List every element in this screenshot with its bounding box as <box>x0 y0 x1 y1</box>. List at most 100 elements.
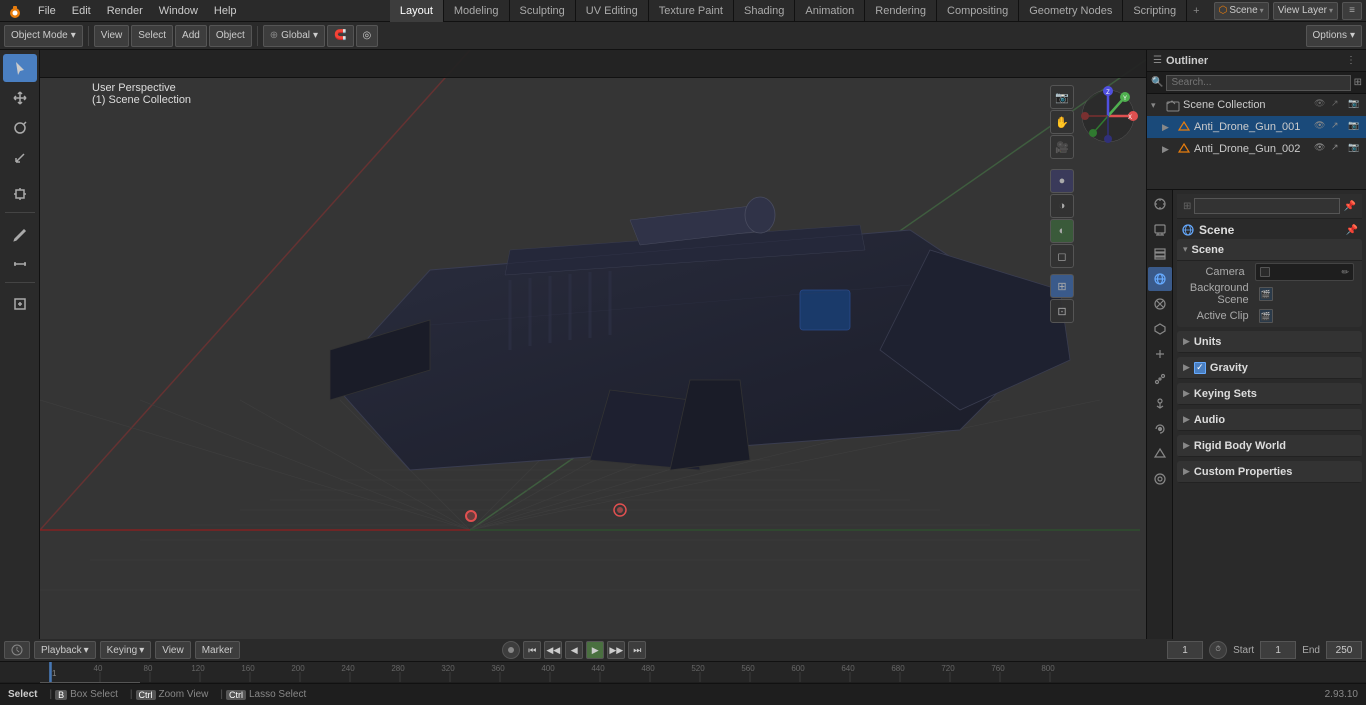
camera-value[interactable]: ✏ <box>1255 263 1354 281</box>
filter-toggle-icon[interactable]: ⊞ <box>1354 77 1362 88</box>
tab-shading[interactable]: Shading <box>734 0 795 22</box>
object-mode-selector[interactable]: Object Mode ▾ <box>4 25 83 47</box>
collection-restrict-select-icon[interactable]: ↗ <box>1331 98 1345 112</box>
menu-window[interactable]: Window <box>151 0 206 22</box>
item1-viewport-icon[interactable]: 👁 <box>1314 142 1328 156</box>
add-workspace-button[interactable]: + <box>1187 5 1205 17</box>
render-mode-btn[interactable]: ● <box>1050 169 1074 193</box>
cursor-tool[interactable] <box>3 54 37 82</box>
outliner-item-1[interactable]: ▶ Anti_Drone_Gun_002 👁 ↗ 📷 <box>1147 138 1366 160</box>
viewport-shading-solid[interactable]: ◐ <box>1050 219 1074 243</box>
collection-restrict-viewport-icon[interactable]: 👁 <box>1314 98 1328 112</box>
proportional-edit-button[interactable]: ◎ <box>356 25 379 47</box>
tab-geometry-nodes[interactable]: Geometry Nodes <box>1019 0 1123 22</box>
item0-render-icon[interactable]: 📷 <box>1348 120 1362 134</box>
end-frame-input[interactable]: 250 <box>1326 641 1362 659</box>
snap-button[interactable]: 🧲 <box>327 25 353 47</box>
menu-file[interactable]: File <box>30 0 64 22</box>
viewport-gizmo[interactable]: X Y Z <box>1078 86 1138 146</box>
view-layer-selector[interactable]: View Layer ▾ <box>1273 2 1338 20</box>
tab-rendering[interactable]: Rendering <box>865 0 937 22</box>
viewport-add-menu[interactable]: Add <box>175 25 207 47</box>
fps-btn[interactable]: ⏱ <box>1209 641 1227 659</box>
step-back-btn[interactable]: ◀ <box>565 641 583 659</box>
scene-selector[interactable]: ⬡ Scene ▾ <box>1214 2 1269 20</box>
record-btn[interactable] <box>502 641 520 659</box>
camera-picker-icon[interactable]: ✏ <box>1341 267 1349 278</box>
keying-btn[interactable]: Keying ▾ <box>100 641 152 659</box>
annotate-tool[interactable] <box>3 220 37 248</box>
tab-uv-editing[interactable]: UV Editing <box>576 0 649 22</box>
gravity-checkbox[interactable]: ✓ <box>1194 362 1206 374</box>
menu-help[interactable]: Help <box>206 0 245 22</box>
tab-animation[interactable]: Animation <box>795 0 865 22</box>
jump-end-btn[interactable]: ⏭ <box>628 641 646 659</box>
custom-props-header[interactable]: ▶ Custom Properties <box>1177 461 1362 483</box>
viewport-select-menu[interactable]: Select <box>131 25 173 47</box>
marker-btn[interactable]: Marker <box>195 641 240 659</box>
viewport-view-menu[interactable]: View <box>94 25 130 47</box>
scene-section-header[interactable]: ▾ Scene <box>1177 239 1362 261</box>
step-forward-btn[interactable]: ▶▶ <box>607 641 625 659</box>
overlay-btn[interactable]: ⊞ <box>1050 274 1074 298</box>
menu-edit[interactable]: Edit <box>64 0 99 22</box>
tab-texture-paint[interactable]: Texture Paint <box>649 0 734 22</box>
scene-options-icon[interactable]: 📌 <box>1346 225 1358 236</box>
rigid-body-header[interactable]: ▶ Rigid Body World <box>1177 435 1362 457</box>
props-pin-icon[interactable]: 📌 <box>1344 201 1356 212</box>
xray-btn[interactable]: ⊡ <box>1050 299 1074 323</box>
active-clip-icon-btn[interactable]: 🎬 <box>1259 309 1273 323</box>
item1-select-icon[interactable]: ↗ <box>1331 142 1345 156</box>
outliner-search-input[interactable] <box>1166 75 1350 91</box>
view-btn[interactable]: View <box>155 641 191 659</box>
tab-compositing[interactable]: Compositing <box>937 0 1019 22</box>
viewport-object-menu[interactable]: Object <box>209 25 252 47</box>
background-scene-icon-btn[interactable]: 🎬 <box>1259 287 1273 301</box>
jump-start-btn[interactable]: ⏮ <box>523 641 541 659</box>
props-physics-tab[interactable] <box>1148 392 1172 416</box>
transform-origin-selector[interactable]: ⊕ Global ▾ <box>263 25 325 47</box>
current-frame-display[interactable]: 1 <box>1167 641 1203 659</box>
scene-collection-row[interactable]: ▾ Scene Collection 👁 ↗ 📷 <box>1147 94 1366 116</box>
item1-render-icon[interactable]: 📷 <box>1348 142 1362 156</box>
props-world-tab[interactable] <box>1148 292 1172 316</box>
options-button[interactable]: Options ▾ <box>1306 25 1363 47</box>
tab-layout[interactable]: Layout <box>390 0 444 22</box>
camera-lock-btn[interactable]: 🎥 <box>1050 135 1074 159</box>
keying-sets-header[interactable]: ▶ Keying Sets <box>1177 383 1362 405</box>
menu-render[interactable]: Render <box>99 0 151 22</box>
hand-pan-btn[interactable]: ✋ <box>1050 110 1074 134</box>
add-cube-tool[interactable] <box>3 290 37 318</box>
jump-prev-keyframe-btn[interactable]: ◀◀ <box>544 641 562 659</box>
props-search-input[interactable] <box>1194 198 1339 214</box>
props-particles-tab[interactable] <box>1148 367 1172 391</box>
props-material-tab[interactable] <box>1148 467 1172 491</box>
props-modifier-tab[interactable] <box>1148 342 1172 366</box>
units-header[interactable]: ▶ Units <box>1177 331 1362 353</box>
transform-tool[interactable] <box>3 180 37 208</box>
rotate-tool[interactable] <box>3 114 37 142</box>
outliner-item-0[interactable]: ▶ Anti_Drone_Gun_001 👁 ↗ 📷 <box>1147 116 1366 138</box>
props-scene-tab[interactable] <box>1148 267 1172 291</box>
scale-tool[interactable] <box>3 144 37 172</box>
gravity-header[interactable]: ▶ ✓ Gravity <box>1177 357 1362 379</box>
playback-btn[interactable]: Playback ▾ <box>34 641 96 659</box>
audio-header[interactable]: ▶ Audio <box>1177 409 1362 431</box>
start-frame-input[interactable]: 1 <box>1260 641 1296 659</box>
measure-tool[interactable] <box>3 250 37 278</box>
move-tool[interactable] <box>3 84 37 112</box>
item0-viewport-icon[interactable]: 👁 <box>1314 120 1328 134</box>
tab-scripting[interactable]: Scripting <box>1123 0 1187 22</box>
blender-logo[interactable] <box>4 0 26 22</box>
outliner-filter-btn[interactable]: ⋮ <box>1342 52 1360 70</box>
props-object-tab[interactable] <box>1148 317 1172 341</box>
tab-sculpting[interactable]: Sculpting <box>510 0 576 22</box>
timeline-ruler[interactable]: 1 40 80 120 160 200 240 280 320 360 400 … <box>0 661 1366 683</box>
props-data-tab[interactable] <box>1148 442 1172 466</box>
viewport-shading-wireframe[interactable]: ◻ <box>1050 244 1074 268</box>
timeline-frame-type-btn[interactable] <box>4 641 30 659</box>
viewport-shading-material[interactable]: ◑ <box>1050 194 1074 218</box>
collection-restrict-render-icon[interactable]: 📷 <box>1348 98 1362 112</box>
props-constraints-tab[interactable] <box>1148 417 1172 441</box>
props-output-tab[interactable] <box>1148 217 1172 241</box>
